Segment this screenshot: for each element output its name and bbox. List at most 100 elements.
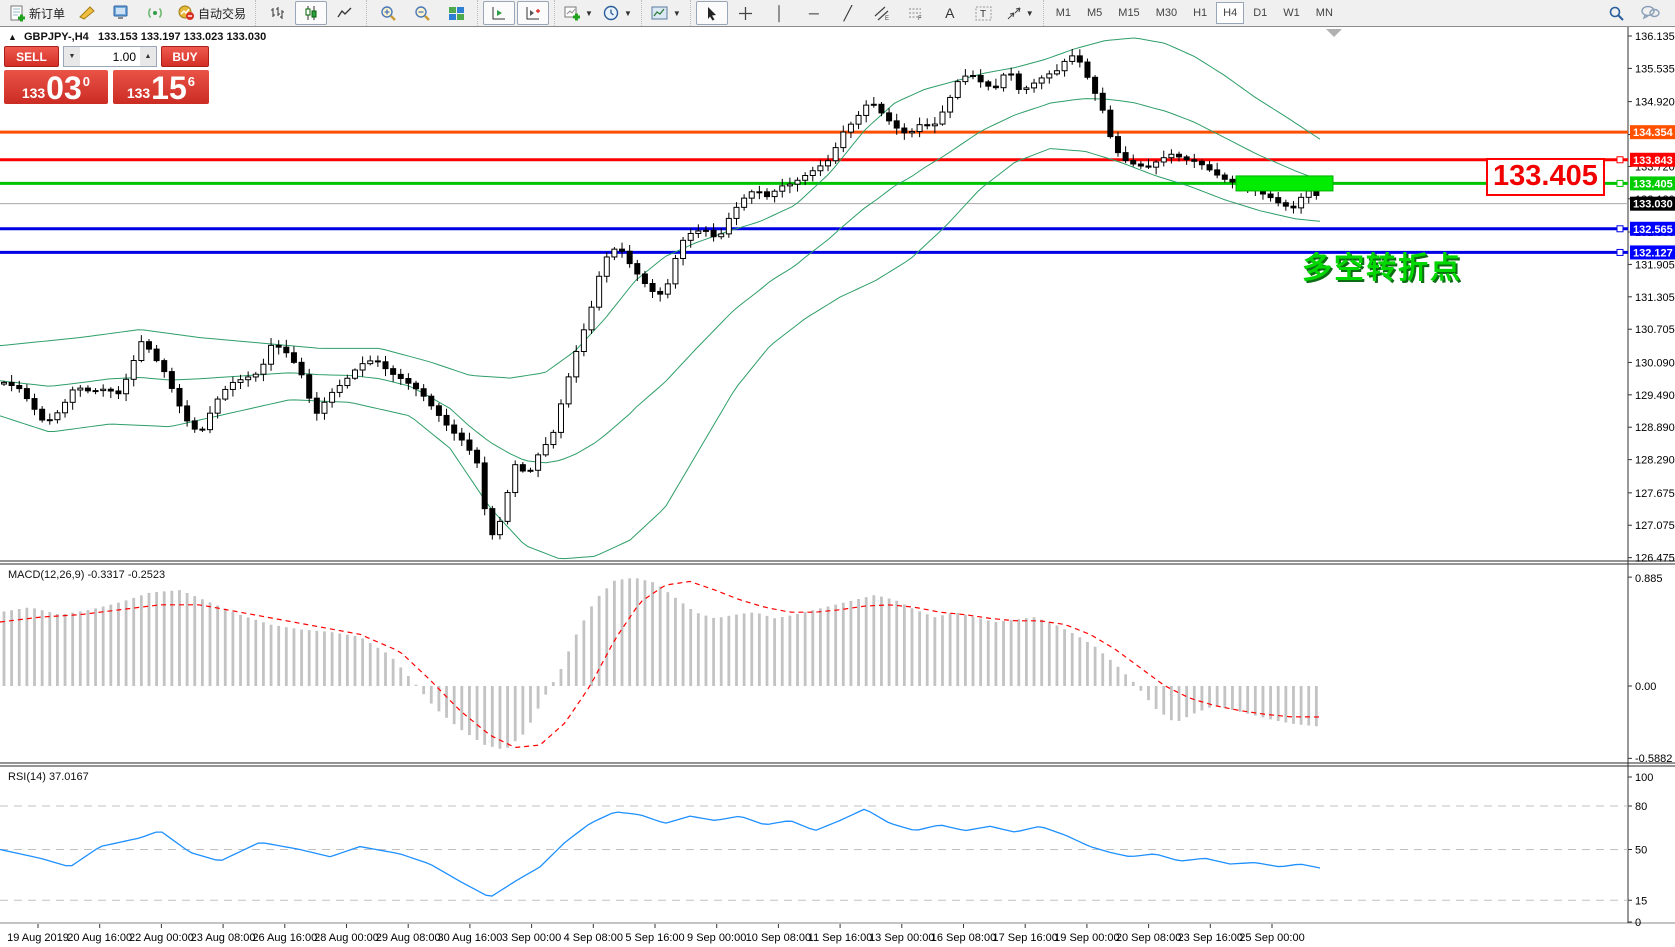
new-order-icon [10,5,25,21]
candlestick-icon [305,6,317,20]
periods-button[interactable]: ▼ [599,1,636,25]
chevron-down-icon: ▼ [585,8,593,18]
price-tag-text-object[interactable]: 133.405 [1486,158,1605,196]
line-chart-button[interactable] [329,1,361,25]
svg-text:25 Sep 00:00: 25 Sep 00:00 [1239,932,1304,944]
tile-windows-icon [448,6,464,20]
auto-trading-button[interactable]: 自动交易 [173,1,250,25]
collapse-triangle-icon[interactable]: ▲ [8,32,17,42]
toolbar-group-zoom [366,0,477,26]
crosshair-icon [739,6,753,20]
chart-shift-button[interactable] [517,1,550,25]
buy-price[interactable]: 133 15 6 [112,70,209,104]
svg-text:23 Sep 16:00: 23 Sep 16:00 [1178,932,1243,944]
svg-text:11 Sep 16:00: 11 Sep 16:00 [808,932,873,944]
svg-text:29 Aug 08:00: 29 Aug 08:00 [376,932,441,944]
timeframe-m5-button[interactable]: M5 [1080,2,1109,24]
search-icon [1609,6,1624,21]
svg-text:20 Sep 08:00: 20 Sep 08:00 [1116,932,1181,944]
arrows-tool-button[interactable]: ▼ [1002,1,1038,25]
toolbar-group-objects: │ ─ ╱ E F A T ▼ [689,0,1043,26]
zoom-in-icon [380,5,396,21]
svg-text:129.490: 129.490 [1635,390,1675,402]
label-tool-button[interactable]: T [968,1,1000,25]
svg-text:127.075: 127.075 [1635,520,1675,532]
svg-text:19 Aug 2019: 19 Aug 2019 [7,932,69,944]
zoom-out-icon [414,5,430,21]
zoom-in-button[interactable] [372,1,404,25]
new-order-label: 新订单 [29,6,66,21]
label-icon: T [975,6,992,20]
tile-windows-button[interactable] [440,1,472,25]
auto-scroll-button[interactable] [483,1,516,25]
trendline-icon: ╱ [843,5,853,21]
line-chart-icon [337,7,352,18]
svg-text:17 Sep 16:00: 17 Sep 16:00 [992,932,1057,944]
svg-text:T: T [980,9,986,20]
fibonacci-tool-button[interactable]: F [900,1,932,25]
chevron-down-icon: ▼ [1025,8,1034,18]
vertical-line-icon: │ [775,5,785,21]
cursor-icon [707,6,716,20]
timeframe-h1-button[interactable]: H1 [1186,2,1214,24]
toolbar-group-timeframes: M1 M5 M15 M30 H1 H4 D1 W1 MN [1042,0,1345,26]
timeframe-m30-button[interactable]: M30 [1149,2,1184,24]
mt4-window: 新订单 自动交易 ▼ ▼ ▼ │ ─ ╱ E F A T ▼ M1 M5 M15… [0,0,1675,947]
one-click-trading-panel: SELL ▼ ▲ BUY 133 03 0 133 15 6 [4,46,209,104]
timeframe-h4-button[interactable]: H4 [1216,2,1245,24]
toolbar-group-right [1599,1,1675,25]
toolbar-group-scroll [477,0,554,26]
volume-increase-button[interactable]: ▲ [140,47,156,66]
timeframe-mn-button[interactable]: MN [1309,2,1340,24]
svg-text:131.305: 131.305 [1635,292,1675,304]
svg-text:133.030: 133.030 [1633,199,1673,211]
zoom-out-button[interactable] [406,1,438,25]
timeframe-m1-button[interactable]: M1 [1049,2,1078,24]
bar-chart-button[interactable] [261,1,293,25]
auto-scroll-icon [492,7,506,20]
sell-price-prefix: 133 [21,85,46,101]
template-icon [651,6,668,19]
svg-text:136.135: 136.135 [1635,31,1675,43]
timeframe-d1-button[interactable]: D1 [1246,2,1274,24]
volume-decrease-button[interactable]: ▼ [64,47,80,66]
timeframe-m15-button[interactable]: M15 [1111,2,1146,24]
signals-button[interactable] [139,1,171,25]
svg-text:100: 100 [1635,772,1653,784]
vertical-line-tool-button[interactable]: │ [764,1,796,25]
svg-text:26 Aug 16:00: 26 Aug 16:00 [252,932,317,944]
svg-text:F: F [918,16,922,21]
svg-text:135.535: 135.535 [1635,63,1675,75]
candlestick-chart-button[interactable] [295,1,328,25]
channel-tool-button[interactable]: E [866,1,898,25]
price-chart-canvas[interactable]: 136.135135.535134.920134.310133.720133.1… [0,0,1675,947]
fibonacci-icon: F [908,8,922,21]
new-chart-button[interactable]: ▼ [560,1,597,25]
svg-text:128.290: 128.290 [1635,455,1675,467]
clock-icon [603,5,619,20]
svg-text:28 Aug 00:00: 28 Aug 00:00 [314,932,379,944]
svg-text:80: 80 [1635,801,1647,813]
macd-indicator-label: MACD(12,26,9) -0.3317 -0.2523 [8,569,166,581]
text-tool-button[interactable]: A [934,1,966,25]
metaquotes-button[interactable] [71,1,103,25]
crosshair-tool-button[interactable] [730,1,762,25]
horizontal-line-tool-button[interactable]: ─ [798,1,830,25]
sell-price[interactable]: 133 03 0 [4,70,108,104]
community-button[interactable] [105,1,137,25]
cursor-tool-button[interactable] [695,1,728,25]
timeframe-w1-button[interactable]: W1 [1276,2,1307,24]
buy-button[interactable]: BUY [161,46,209,67]
template-button[interactable]: ▼ [647,1,685,25]
new-order-button[interactable]: 新订单 [5,1,69,25]
trendline-tool-button[interactable]: ╱ [832,1,864,25]
search-button[interactable] [1600,1,1632,25]
turning-point-annotation[interactable]: 多空转折点 [1302,243,1462,287]
volume-input[interactable] [80,47,140,66]
auto-trading-label: 自动交易 [198,6,247,21]
chat-button[interactable] [1634,1,1666,25]
svg-text:132.565: 132.565 [1633,224,1673,236]
svg-text:10 Sep 08:00: 10 Sep 08:00 [746,932,811,944]
sell-button[interactable]: SELL [4,46,59,67]
channel-icon: E [874,6,889,21]
